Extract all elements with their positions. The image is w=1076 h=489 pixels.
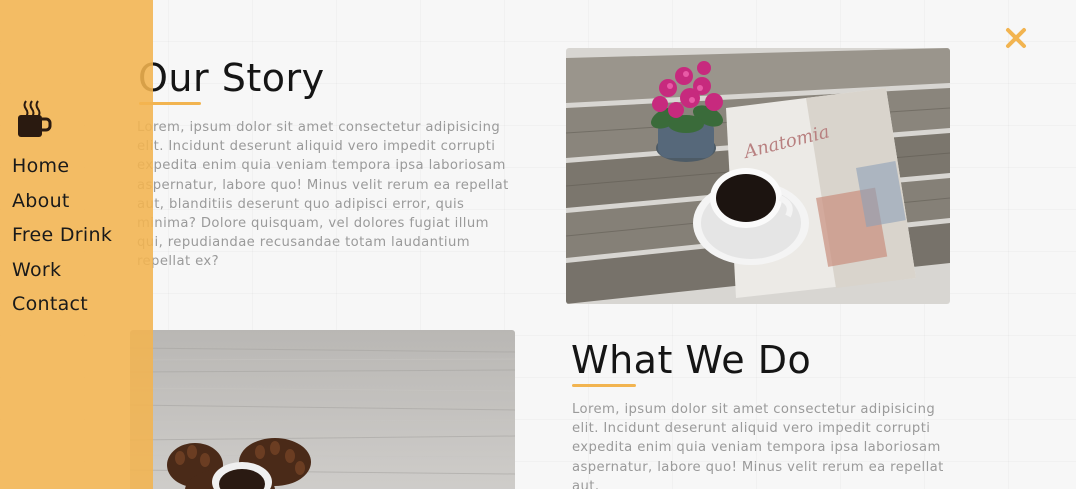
what-we-do-text: Lorem, ipsum dolor sit amet consectetur … [572, 402, 944, 489]
nav-item-home[interactable]: Home [12, 153, 112, 188]
our-story-text: Lorem, ipsum dolor sit amet consectetur … [137, 120, 509, 270]
nav-item-about[interactable]: About [12, 188, 112, 223]
sidebar: Home About Free Drink Work Contact [0, 0, 153, 489]
nav-item-contact[interactable]: Contact [12, 291, 112, 326]
nav-item-work[interactable]: Work [12, 257, 112, 292]
coffee-beans-photo [130, 330, 515, 489]
our-story-title: Our Story [138, 56, 325, 100]
coffee-magazine-photo: Anatomia [566, 48, 950, 304]
what-we-do-title: What We Do [571, 338, 812, 382]
nav-item-free-drink[interactable]: Free Drink [12, 222, 112, 257]
coffee-cup-icon[interactable] [16, 98, 52, 140]
nav-menu: Home About Free Drink Work Contact [12, 153, 112, 326]
close-icon[interactable] [1002, 24, 1030, 52]
what-we-do-underline [572, 384, 636, 387]
